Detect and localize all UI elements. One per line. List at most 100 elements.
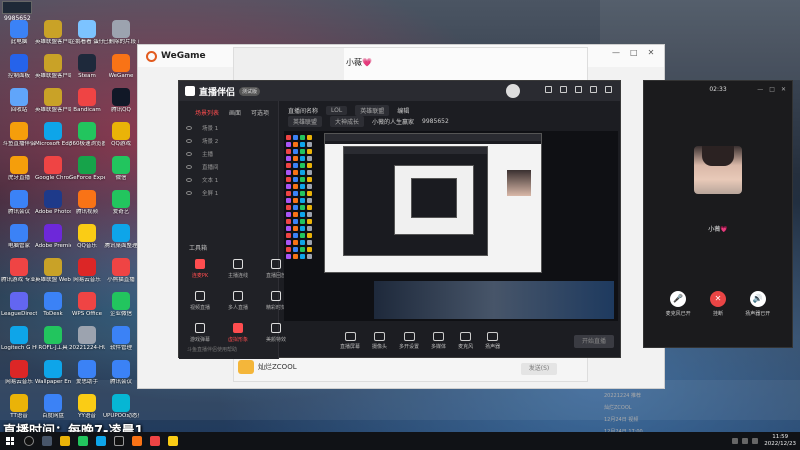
live-control[interactable]: 摄像头 bbox=[372, 332, 387, 350]
live-control[interactable]: 扬声器 bbox=[485, 332, 500, 350]
eye-icon[interactable] bbox=[186, 164, 192, 169]
desktop-icon[interactable]: WeGame bbox=[104, 54, 138, 92]
speaker-toggle[interactable]: 🔊 扬声器已开 bbox=[745, 291, 770, 317]
hangup-icon[interactable]: ✕ bbox=[709, 291, 726, 307]
desktop-icon[interactable]: QQ音乐 bbox=[70, 224, 104, 262]
avatar[interactable] bbox=[506, 84, 520, 98]
desktop-icon[interactable]: ToDesk bbox=[36, 292, 70, 330]
desktop-icon[interactable]: 英雄联盟客户端 bgm bbox=[35, 20, 71, 58]
live-control[interactable]: 多开设置 bbox=[399, 332, 419, 350]
scene-item[interactable]: 直播间 bbox=[179, 160, 278, 173]
desktop-icon[interactable]: 英雄联盟客户端 bgm bbox=[35, 88, 71, 126]
ime-icon[interactable] bbox=[752, 437, 759, 444]
desktop-icon[interactable]: 英雄联盟客户端 bbox=[35, 54, 71, 92]
desktop-icon[interactable]: 已删除的片段 已删除 bbox=[103, 20, 139, 58]
close-button[interactable]: ✕ bbox=[648, 48, 655, 57]
tool-item[interactable]: 多人直播 bbox=[223, 291, 253, 311]
desktop-icon[interactable]: 小熊猫直播 bbox=[104, 258, 138, 296]
desktop-icon[interactable]: Wallpaper Engine bbox=[35, 360, 71, 398]
desktop-icon[interactable]: 爱思助手 bbox=[70, 360, 104, 398]
scene-item[interactable]: 全屏 1 bbox=[179, 186, 278, 199]
desktop-icon[interactable]: 软件管理 bbox=[104, 326, 138, 364]
desktop-icon[interactable]: 企业微信 bbox=[104, 292, 138, 330]
tool-item[interactable]: 虚拟形象 bbox=[223, 323, 253, 343]
desktop-icon[interactable]: 腾讯会议 bbox=[2, 190, 36, 228]
task-view-icon[interactable] bbox=[42, 436, 52, 446]
video-call-window[interactable]: 02:33 — □ ✕ 小薇💗 🎤 麦克风已开 ✕ 挂断 🔊 扬声器已开 bbox=[643, 80, 793, 348]
edge-icon[interactable] bbox=[96, 436, 106, 446]
live-control[interactable]: 多媒体 bbox=[431, 332, 446, 350]
desktop-icon[interactable]: 虎牙直播 bbox=[2, 156, 36, 194]
desktop-icon[interactable]: Microsoft Edge bbox=[35, 122, 71, 160]
start-live-button[interactable]: 开始直播 bbox=[574, 335, 614, 348]
eye-icon[interactable] bbox=[186, 125, 192, 130]
live-companion-window[interactable]: 直播伴侣 测试版 场景列表 画面 可选项 场景 1 场景 2 主播 直播间 文本 1 全屏… bbox=[178, 80, 621, 359]
feed-row[interactable]: 灿烂ZCOOL bbox=[600, 402, 785, 412]
tab-options[interactable]: 可选项 bbox=[251, 108, 269, 117]
desktop-icon[interactable]: 网易云音乐 bbox=[2, 360, 36, 398]
start-button[interactable] bbox=[6, 437, 14, 445]
sticker-icon[interactable] bbox=[238, 360, 254, 374]
category-pill[interactable]: 英雄联盟 bbox=[355, 105, 390, 116]
eye-icon[interactable] bbox=[186, 190, 192, 195]
desktop-icon[interactable]: Bandicam bbox=[70, 88, 104, 126]
live-control[interactable]: 直播屏幕 bbox=[340, 332, 360, 350]
eye-icon[interactable] bbox=[186, 177, 192, 182]
minimize-button[interactable]: — bbox=[612, 48, 620, 57]
desktop-icon[interactable]: 网易云音乐 bbox=[70, 258, 104, 296]
scene-item[interactable]: 文本 1 bbox=[179, 173, 278, 186]
desktop-icon[interactable]: 爱奇艺 bbox=[104, 190, 138, 228]
desktop-icon[interactable]: Adobe Photosh... bbox=[35, 190, 71, 228]
tool-item[interactable]: 游戏弹幕 bbox=[185, 323, 215, 343]
desktop-icon[interactable]: Google Chrome bbox=[35, 156, 71, 194]
tool-item[interactable]: 视频直播 bbox=[185, 291, 215, 311]
live-control[interactable]: 麦克风 bbox=[458, 332, 473, 350]
menu-icon[interactable] bbox=[575, 86, 582, 93]
speaker-icon[interactable]: 🔊 bbox=[749, 291, 766, 307]
tab-scene-list[interactable]: 场景列表 bbox=[195, 108, 219, 117]
mic-toggle[interactable]: 🎤 麦克风已开 bbox=[666, 291, 691, 317]
wegame-taskbar-icon[interactable] bbox=[132, 436, 142, 446]
send-button[interactable]: 发送(S) bbox=[521, 363, 557, 375]
tool-item[interactable]: 连麦PK bbox=[185, 259, 215, 279]
desktop-icon[interactable]: 腾讯视频 bbox=[70, 190, 104, 228]
minimize-icon[interactable] bbox=[590, 86, 597, 93]
scene-item[interactable]: 场景 1 bbox=[179, 121, 278, 134]
qq-icon[interactable] bbox=[114, 436, 124, 446]
desktop-icon[interactable]: 腾讯桌面整理 bbox=[104, 224, 138, 262]
desktop-icon[interactable]: WPS Office bbox=[70, 292, 104, 330]
edit-link[interactable]: 编辑 bbox=[397, 106, 409, 115]
desktop-icon[interactable]: 腾讯会议 bbox=[104, 360, 138, 398]
call-maximize-button[interactable]: □ bbox=[769, 86, 775, 93]
live-companion-taskbar-icon[interactable] bbox=[150, 436, 160, 446]
tool-item[interactable]: 主播连线 bbox=[223, 259, 253, 279]
call-close-button[interactable]: ✕ bbox=[781, 86, 786, 93]
douyu-taskbar-icon[interactable] bbox=[168, 436, 178, 446]
desktop-icon[interactable]: 英雄联盟 Web bbox=[35, 258, 71, 296]
desktop-icon[interactable]: Steam bbox=[70, 54, 104, 92]
room-name-value[interactable]: LOL bbox=[326, 106, 348, 115]
eye-icon[interactable] bbox=[186, 138, 192, 143]
call-minimize-button[interactable]: — bbox=[757, 86, 763, 93]
volume-icon[interactable] bbox=[742, 437, 749, 444]
tab-picture[interactable]: 画面 bbox=[229, 108, 241, 117]
search-icon[interactable] bbox=[24, 436, 34, 446]
desktop-icon[interactable]: Logitech G HUB bbox=[1, 326, 37, 364]
close-icon[interactable] bbox=[605, 86, 612, 93]
desktop-icon[interactable]: 腾讯游戏 专业版 bbox=[1, 258, 37, 296]
desktop-icon[interactable]: 企鹅看看 蛋仔 bbox=[70, 20, 104, 58]
desktop-icon[interactable]: 回收站 bbox=[2, 88, 36, 126]
desktop-icon[interactable]: 斗鱼直播伴侣 bbox=[2, 122, 36, 160]
microphone-icon[interactable]: 🎤 bbox=[670, 291, 687, 307]
desktop-icon[interactable]: Adobe Premie... bbox=[35, 224, 71, 262]
feed-row[interactable]: 12月24日 视频 bbox=[600, 414, 785, 424]
hangup-button[interactable]: ✕ 挂断 bbox=[709, 291, 726, 317]
desktop-icon[interactable]: GeForce Experience bbox=[69, 156, 105, 194]
help-link[interactable]: 斗鱼直播伴侣使用帮助 bbox=[187, 346, 237, 353]
maximize-button[interactable]: □ bbox=[630, 48, 638, 57]
mail-icon[interactable] bbox=[545, 86, 552, 93]
desktop-icon[interactable]: LeagueDirector bbox=[1, 292, 37, 330]
scene-item[interactable]: 场景 2 bbox=[179, 134, 278, 147]
file-explorer-icon[interactable] bbox=[60, 436, 70, 446]
wechat-icon[interactable] bbox=[78, 436, 88, 446]
